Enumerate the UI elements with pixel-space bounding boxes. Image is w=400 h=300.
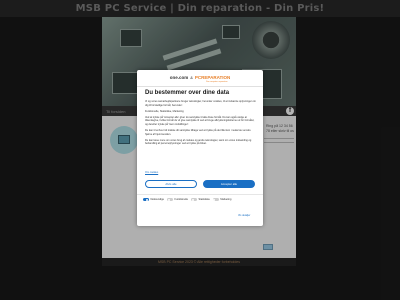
show-details-link[interactable]: Vis detaljer — [238, 214, 250, 217]
dialog-intro: Vi og vores samarbejdspartnere bruger te… — [145, 100, 256, 107]
site-header: MSB PC Service | Din reparation - Din Pr… — [0, 0, 400, 17]
toggle-switch[interactable] — [143, 198, 149, 201]
toggle-switch[interactable] — [190, 198, 197, 201]
logo-subtitle: Din computer reparation — [206, 81, 228, 83]
reject-all-button[interactable]: Afvis alle — [145, 180, 197, 188]
consent-toggle-statistics[interactable]: Statistiske — [190, 198, 210, 201]
site-title: MSB PC Service | Din reparation - Din Pr… — [75, 3, 325, 14]
logo-amp: & — [190, 75, 193, 80]
toggle-switch[interactable] — [166, 198, 173, 201]
consent-toggle-functional[interactable]: Funktionelle — [166, 198, 188, 201]
consent-toggle-necessary[interactable]: Nødvendige — [143, 198, 164, 201]
accept-all-button[interactable]: Accepter alle — [203, 180, 255, 188]
toggle-switch[interactable] — [212, 198, 219, 201]
cookie-info-link[interactable]: Om cookies — [145, 171, 158, 174]
toggle-label: Statistiske — [198, 198, 210, 201]
dialog-divider — [137, 86, 263, 87]
consent-toggles: Nødvendige Funktionelle Statistiske Mark… — [143, 198, 259, 201]
dialog-paragraph: Ved at trykke på 'Accepter alle' giver d… — [145, 115, 255, 126]
dialog-body: Vi og vores samarbejdspartnere bruger te… — [145, 100, 257, 148]
dialog-divider — [137, 194, 263, 195]
dialog-purposes: Funktionelle, Statistiske, Marketing — [145, 109, 184, 113]
logo-pcreparation: PCREPARATION — [194, 75, 231, 80]
toggle-label: Marketing — [220, 198, 232, 201]
dialog-title: Du bestemmer over dine data — [145, 90, 230, 96]
logo-onecom: one.com — [169, 75, 189, 80]
consent-toggle-marketing[interactable]: Marketing — [212, 198, 232, 201]
toggle-label: Nødvendige — [150, 198, 164, 201]
dialog-logo: one.com & PCREPARATION — [137, 75, 263, 80]
cookie-consent-dialog: one.com & PCREPARATION Din computer repa… — [137, 70, 263, 226]
toggle-label: Funktionelle — [174, 198, 188, 201]
dialog-paragraph: Du kan læse mere om vores brug af cookie… — [145, 138, 252, 146]
dialog-paragraph: Du kan til enhver tid trække dit samtykk… — [145, 129, 251, 136]
